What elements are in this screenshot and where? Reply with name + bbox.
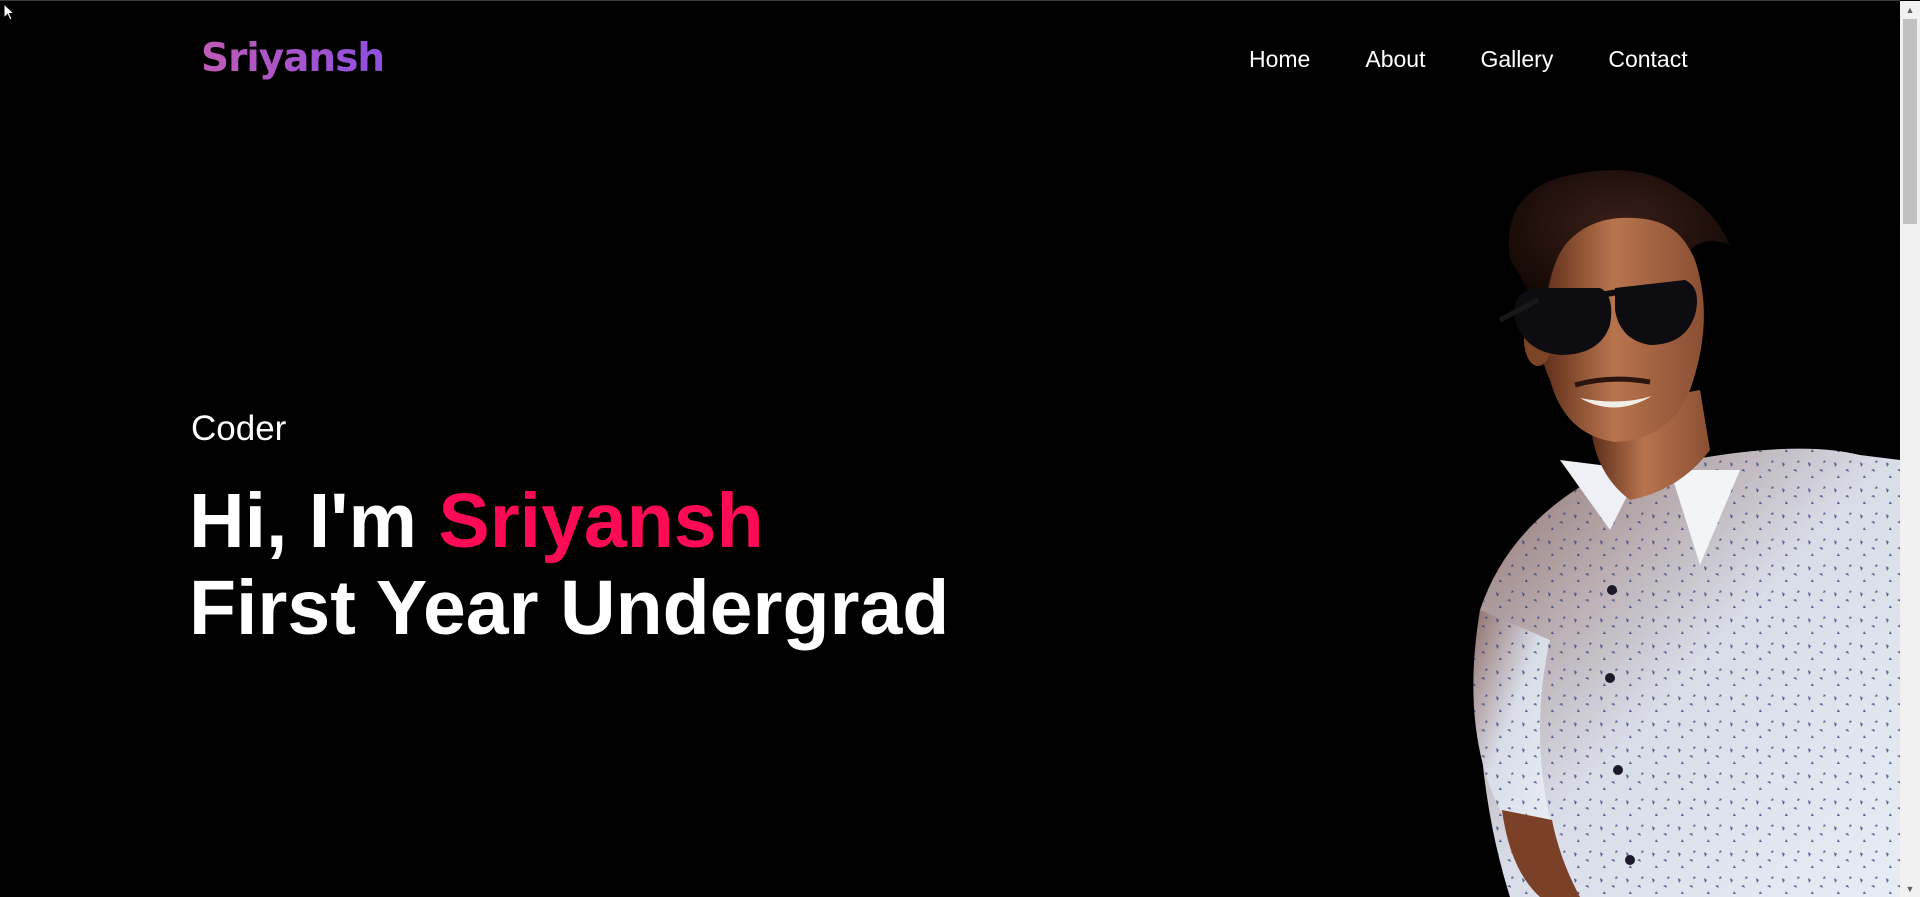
scroll-up-arrow-icon[interactable]: ▲	[1900, 1, 1920, 18]
hero-headline: Hi, I'm Sriyansh First Year Undergrad	[189, 478, 949, 652]
nav-link-contact[interactable]: Contact	[1608, 46, 1687, 73]
nav-link-home[interactable]: Home	[1249, 46, 1310, 73]
hero-subtitle: First Year Undergrad	[189, 565, 950, 651]
main-nav: Home About Gallery Contact	[1249, 46, 1688, 73]
hero-role: Coder	[191, 409, 287, 448]
hero-name: Sriyansh	[438, 478, 764, 564]
nav-link-about[interactable]: About	[1365, 46, 1425, 73]
mouse-cursor-icon	[3, 3, 15, 21]
window-top-border	[0, 0, 1900, 1]
scrollbar-thumb[interactable]	[1903, 19, 1917, 224]
page-scrollbar[interactable]: ▲ ▼	[1900, 1, 1920, 897]
profile-portrait-image	[1473, 170, 1900, 897]
scroll-down-arrow-icon[interactable]: ▼	[1900, 880, 1920, 897]
nav-link-gallery[interactable]: Gallery	[1480, 46, 1553, 73]
hero-greeting: Hi, I'm	[189, 478, 439, 564]
site-logo[interactable]: Sriyansh	[201, 36, 385, 81]
